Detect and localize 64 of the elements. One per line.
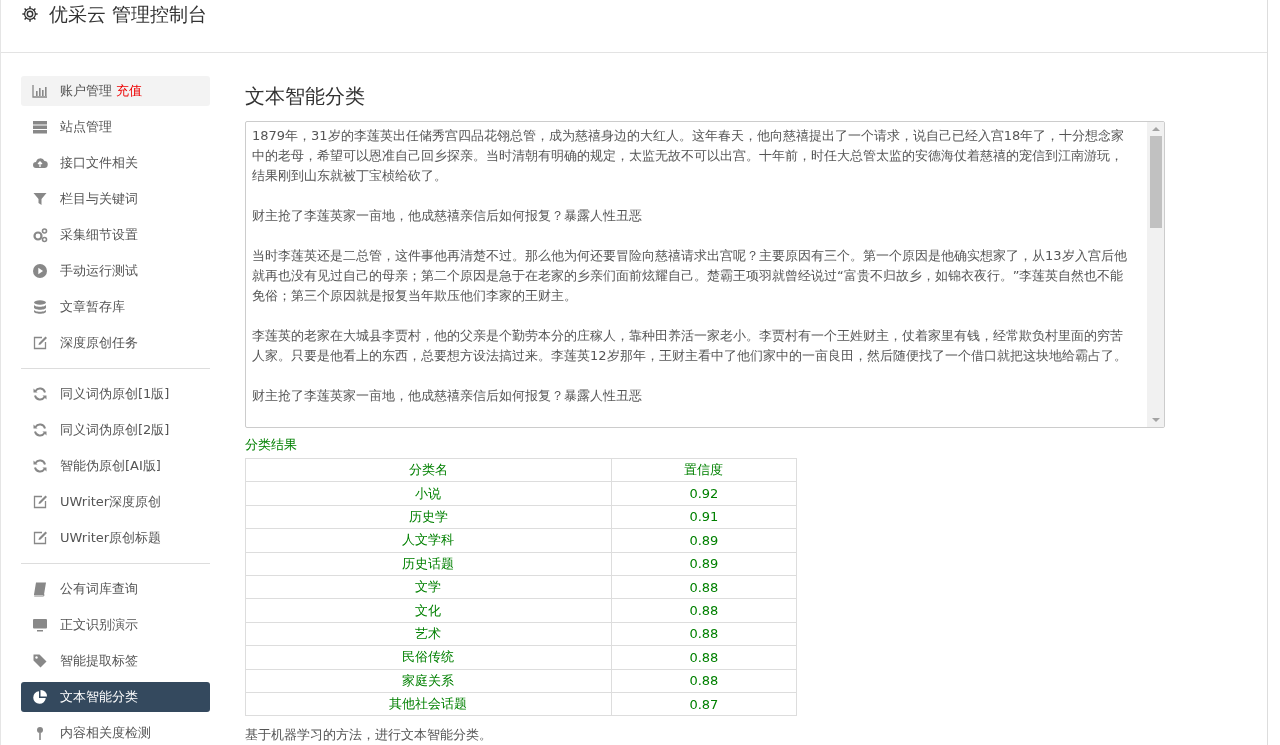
description-text: 基于机器学习的方法，进行文本智能分类。 bbox=[245, 726, 493, 745]
sidebar-item[interactable]: 深度原创任务 bbox=[21, 328, 210, 358]
sidebar-item[interactable]: 同义词伪原创[2版] bbox=[21, 415, 210, 445]
sidebar-item[interactable]: 同义词伪原创[1版] bbox=[21, 379, 210, 409]
refresh-icon bbox=[32, 386, 48, 402]
pie-chart-icon bbox=[32, 689, 48, 705]
table-cell: 0.87 bbox=[611, 692, 797, 716]
sidebar-item[interactable]: 栏目与关键词 bbox=[21, 184, 210, 214]
sidebar-item[interactable]: 智能提取标签 bbox=[21, 646, 210, 676]
sidebar-item[interactable]: 手动运行测试 bbox=[21, 256, 210, 286]
monitor-icon bbox=[32, 617, 48, 633]
recharge-link[interactable]: 充值 bbox=[116, 82, 142, 100]
scrollbar[interactable] bbox=[1147, 122, 1164, 427]
app-title: 优采云 管理控制台 bbox=[49, 3, 208, 25]
table-cell: 家庭关系 bbox=[245, 669, 612, 693]
sidebar-item[interactable]: 账户管理 充值 bbox=[21, 76, 210, 106]
sidebar-item[interactable]: 站点管理 bbox=[21, 112, 210, 142]
table-cell: 0.88 bbox=[611, 645, 797, 669]
table-cell: 0.92 bbox=[611, 481, 797, 506]
table-cell: 0.88 bbox=[611, 669, 797, 693]
sidebar-item[interactable]: 文章暂存库 bbox=[21, 292, 210, 322]
sidebar-item[interactable]: 公有词库查询 bbox=[21, 574, 210, 604]
table-cell: 文化 bbox=[245, 598, 612, 623]
sidebar-item[interactable]: UWriter原创标题 bbox=[21, 523, 210, 553]
page-title: 文本智能分类 bbox=[245, 83, 366, 109]
settings-icon bbox=[21, 5, 39, 23]
book-icon bbox=[32, 581, 48, 597]
table-cell: 0.88 bbox=[611, 575, 797, 599]
column-header: 分类名 bbox=[245, 458, 612, 482]
table-cell: 人文学科 bbox=[245, 528, 612, 553]
table-cell: 其他社会话题 bbox=[245, 692, 612, 716]
refresh-icon bbox=[32, 458, 48, 474]
edit-icon bbox=[32, 494, 48, 510]
edit-icon bbox=[32, 335, 48, 351]
table-cell: 民俗传统 bbox=[245, 645, 612, 669]
filter-icon bbox=[32, 191, 48, 207]
sidebar-item[interactable]: 正文识别演示 bbox=[21, 610, 210, 640]
table-cell: 0.89 bbox=[611, 552, 797, 576]
bar-chart-icon bbox=[32, 83, 48, 99]
play-icon bbox=[32, 263, 48, 279]
sidebar-item[interactable]: UWriter深度原创 bbox=[21, 487, 210, 517]
table-cell: 0.89 bbox=[611, 528, 797, 553]
refresh-icon bbox=[32, 422, 48, 438]
result-label: 分类结果 bbox=[245, 436, 298, 454]
sidebar-item[interactable]: 智能伪原创[AI版] bbox=[21, 451, 210, 481]
table-cell: 0.88 bbox=[611, 598, 797, 623]
database-icon bbox=[32, 299, 48, 315]
edit-icon bbox=[32, 530, 48, 546]
sidebar-item[interactable]: 接口文件相关 bbox=[21, 148, 210, 178]
table-cell: 0.91 bbox=[611, 505, 797, 529]
sidebar-item[interactable]: 文本智能分类 bbox=[21, 682, 210, 712]
table-cell: 历史学 bbox=[245, 505, 612, 529]
table-cell: 艺术 bbox=[245, 622, 612, 646]
sidebar-item[interactable]: 内容相关度检测 bbox=[21, 718, 210, 745]
table-cell: 文学 bbox=[245, 575, 612, 599]
table-cell: 小说 bbox=[245, 481, 612, 506]
server-icon bbox=[32, 119, 48, 135]
table-cell: 0.88 bbox=[611, 622, 797, 646]
cloud-upload-icon bbox=[32, 155, 48, 171]
column-header: 置信度 bbox=[611, 458, 797, 482]
text-input-field[interactable]: 1879年，31岁的李莲英出任储秀宫四品花翎总管，成为慈禧身边的大红人。这年春天，他向慈禧提出了一个请求，说自己已经入宫18年了，十分想念家中的老母，希望可以恩准自己回乡探亲。当时清朝有明确的规定，太监无故不可以出宫。十年前，时任大总管太监的安德海仗着慈禧的宠信到江南游玩，结果刚到山东就被丁宝桢给砍了。 财主抢了李莲英家一亩地，他成慈禧亲信后如何报复？暴露人性丑恶 当时李莲英还是二总管，这件事他再清楚不过。那么他为何还要冒险向慈禧请求出宫呢？主要原因有三个。第一个原因是他确实想家了，从13岁入宫后他就再也没有见过自己的母亲；第二个原因是急于在老家的乡亲们面前炫耀自己。楚霸王项羽就曾经说过“富贵不归故乡，如锦衣夜行。”李莲英自然也不能免俗；第三个原因就是报复当年欺压他们李家的王财主。 李莲英的老家在大城县李贾村，他的父亲是个勤劳本分的庄稼人，靠种田养活一家老小。李贾村有一个王姓财主，仗着家里有钱，经常欺负村里面的穷苦人家。只要是他看上的东西，总要想方设法搞过来。李莲英12岁那年，王财主看中了他们家中的一亩良田，然后随便找了一个借口就把这块地给霸占了。 财主抢了李莲英家一亩地，他成慈禧亲信后如何报复？暴露人性丑恶 bbox=[245, 121, 1165, 428]
table-cell: 历史话题 bbox=[245, 552, 612, 576]
tag-icon bbox=[32, 653, 48, 669]
sidebar-item[interactable]: 采集细节设置 bbox=[21, 220, 210, 250]
